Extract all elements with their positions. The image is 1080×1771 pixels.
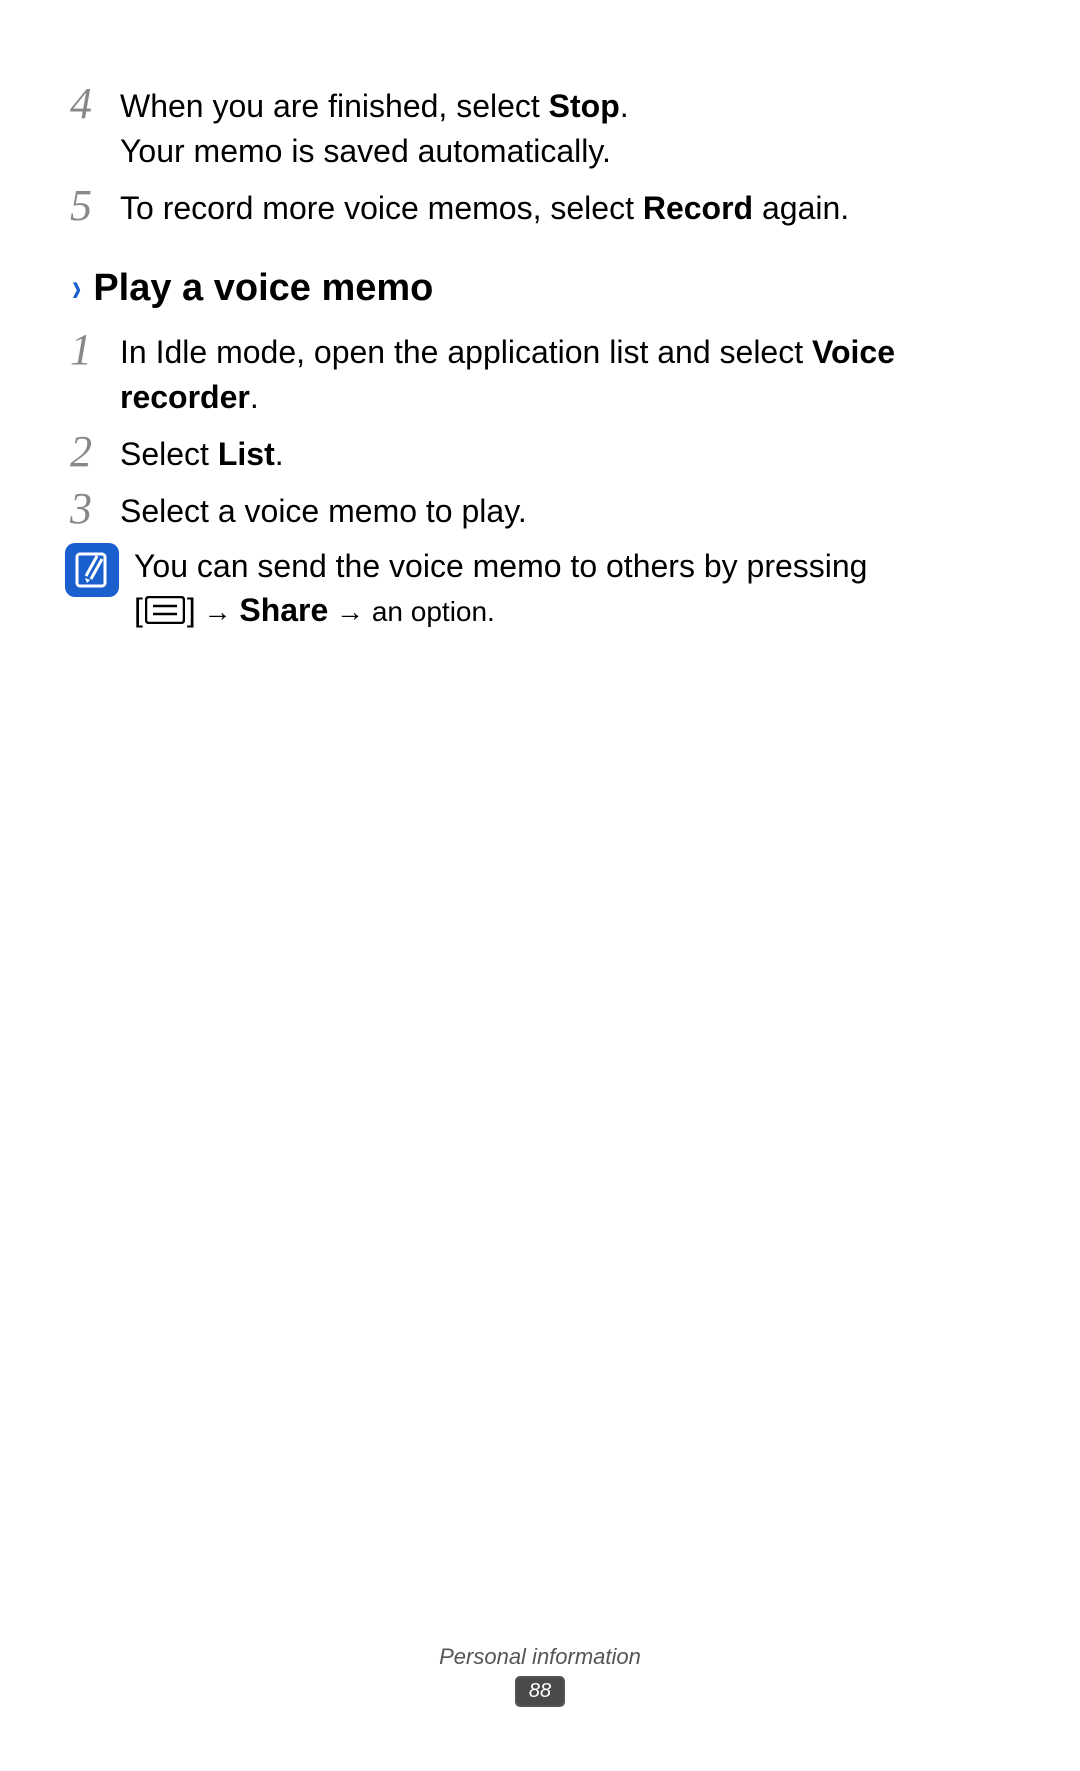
step-body: When you are finished, select Stop. Your… (120, 80, 1010, 174)
step-number: 3 (70, 485, 120, 533)
step-text: To record more voice memos, select (120, 190, 643, 226)
step-body: In Idle mode, open the application list … (120, 326, 1010, 420)
step-bold: Stop (549, 88, 620, 124)
page-number: 88 (515, 1676, 565, 1707)
step-text: again. (753, 190, 849, 226)
bracket: [ (134, 592, 143, 628)
arrow-icon: → (196, 596, 240, 627)
note-body: You can send the voice memo to others by… (134, 542, 1010, 636)
note-icon (64, 542, 120, 598)
step-text: . (275, 436, 284, 472)
step-3: 3 Select a voice memo to play. (70, 485, 1010, 534)
step-1: 1 In Idle mode, open the application lis… (70, 326, 1010, 420)
page-content: 4 When you are finished, select Stop. Yo… (70, 80, 1010, 635)
bracket: ] (187, 592, 196, 628)
step-text: When you are finished, select (120, 88, 549, 124)
step-number: 5 (70, 182, 120, 230)
note-text: You can send the voice memo to others by… (134, 548, 867, 584)
step-number: 4 (70, 80, 120, 128)
step-number: 2 (70, 428, 120, 476)
share-label: Share (239, 592, 328, 628)
step-body: To record more voice memos, select Recor… (120, 182, 1010, 231)
section-heading: › Play a voice memo (70, 260, 1010, 316)
step-body: Select a voice memo to play. (120, 485, 1010, 534)
step-text: In Idle mode, open the application list … (120, 334, 812, 370)
step-text: Select (120, 436, 218, 472)
footer-label: Personal information (0, 1644, 1080, 1670)
page-footer: Personal information 88 (0, 1644, 1080, 1707)
heading-text: Play a voice memo (93, 262, 433, 315)
menu-icon (145, 591, 185, 636)
step-bold: Record (643, 190, 753, 226)
step-text: . (250, 379, 259, 415)
chevron-icon: › (72, 260, 81, 316)
step-5: 5 To record more voice memos, select Rec… (70, 182, 1010, 231)
note-block: You can send the voice memo to others by… (70, 542, 1010, 636)
step-number: 1 (70, 326, 120, 374)
step-body: Select List. (120, 428, 1010, 477)
step-4: 4 When you are finished, select Stop. Yo… (70, 80, 1010, 174)
note-tail: → an option. (328, 596, 495, 627)
step-text: Select a voice memo to play. (120, 493, 527, 529)
step-2: 2 Select List. (70, 428, 1010, 477)
step-text: Your memo is saved automatically. (120, 133, 611, 169)
step-text: . (620, 88, 629, 124)
step-bold: List (218, 436, 275, 472)
